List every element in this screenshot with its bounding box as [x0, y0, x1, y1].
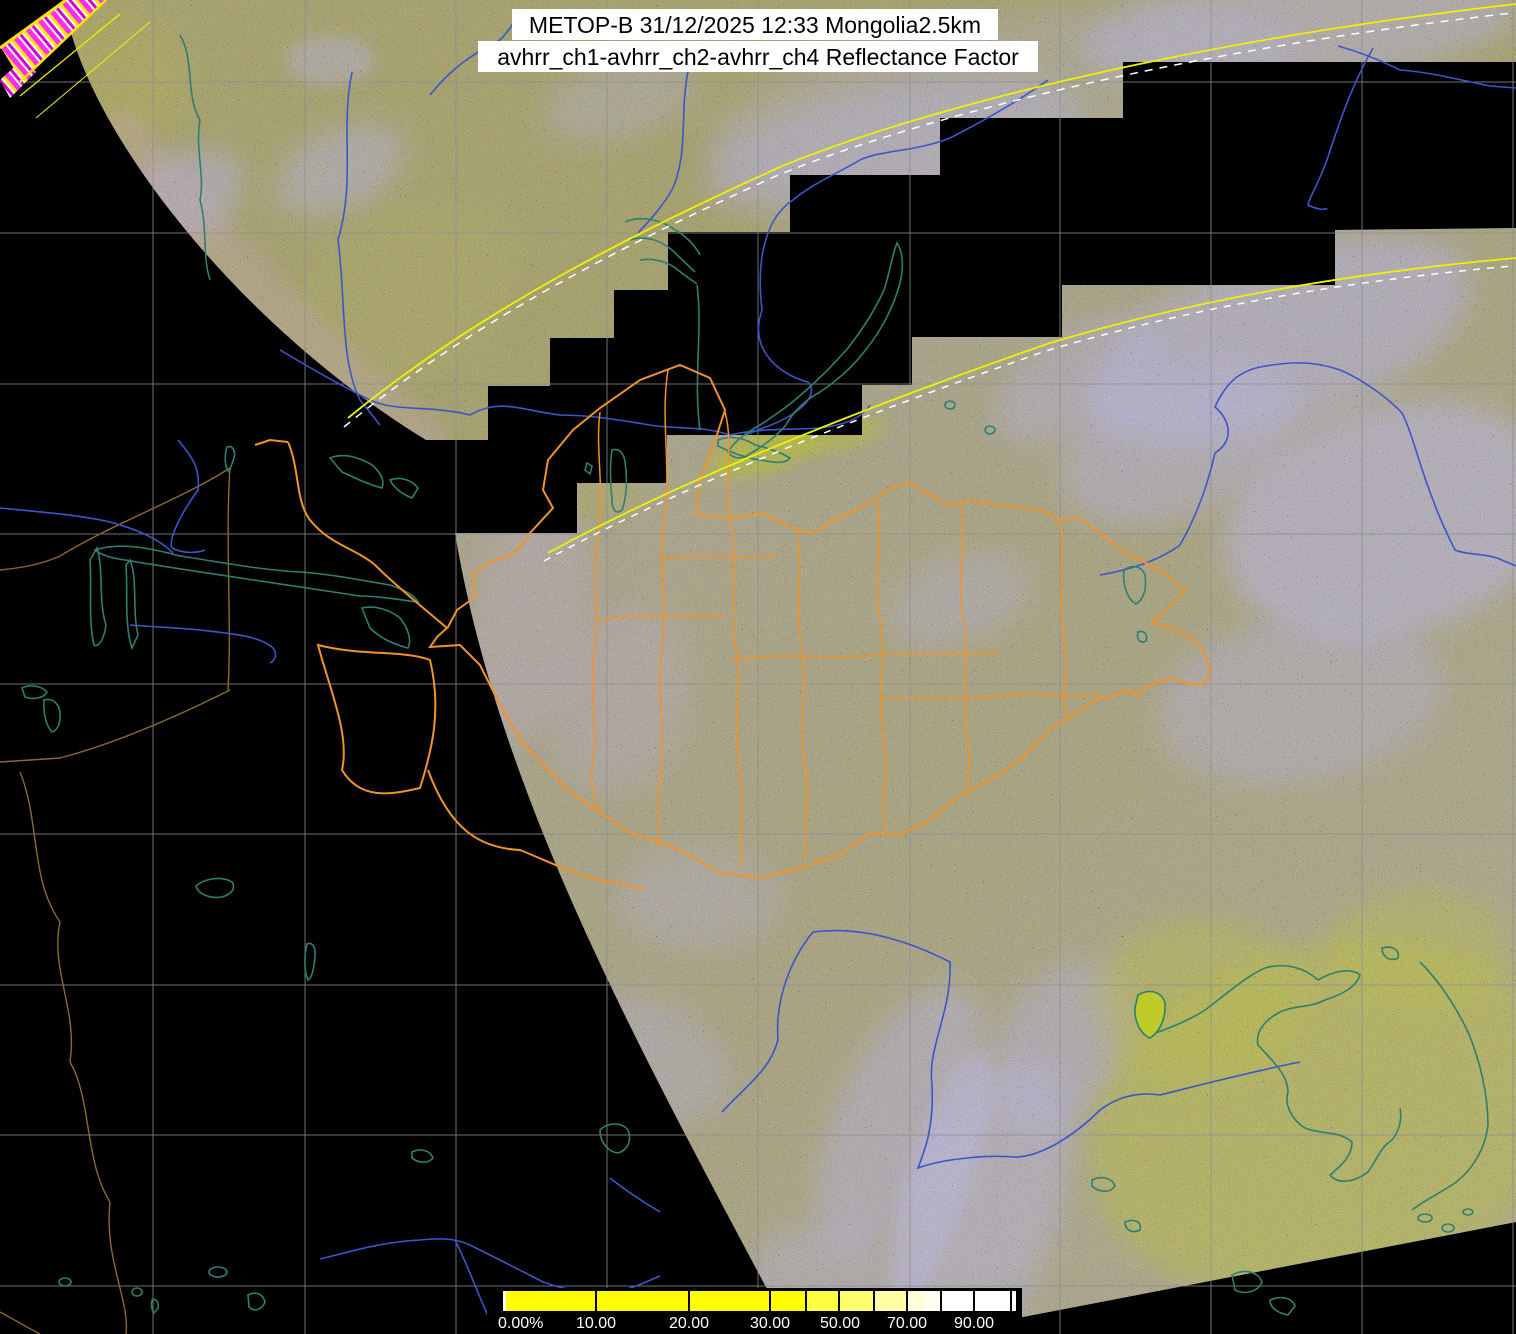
colorbar-tick-label: 70.00	[887, 1315, 927, 1332]
colorbar-segment	[506, 1291, 596, 1311]
colorbar: 0.00% 10.00 20.00 30.00 50.00 70.00 90.0…	[487, 1288, 1022, 1334]
colorbar-end-cap	[1012, 1291, 1016, 1311]
colorbar-segment	[596, 1291, 689, 1311]
colorbar-left-cap	[503, 1291, 506, 1311]
satellite-image-viewport: METOP-B 31/12/2025 12:33 Mongolia2.5km a…	[0, 0, 1516, 1334]
colorbar-segment	[874, 1291, 907, 1311]
colorbar-segment	[839, 1291, 874, 1311]
colorbar-segment	[941, 1291, 974, 1311]
colorbar-segment	[974, 1291, 1010, 1311]
colorbar-tick-label: 10.00	[576, 1315, 616, 1332]
colorbar-tick-label: 0.00%	[498, 1315, 543, 1332]
colorbar-tick-label: 30.00	[750, 1315, 790, 1332]
title-line1: METOP-B 31/12/2025 12:33 Mongolia2.5km	[529, 12, 981, 38]
colorbar-tick-label: 90.00	[954, 1315, 994, 1332]
colorbar-segment	[770, 1291, 806, 1311]
colorbar-tick-label: 20.00	[669, 1315, 709, 1332]
colorbar-segment	[806, 1291, 839, 1311]
colorbar-segment	[907, 1291, 924, 1311]
colorbar-segment	[689, 1291, 770, 1311]
colorbar-tick-label: 50.00	[820, 1315, 860, 1332]
title-line2: avhrr_ch1-avhrr_ch2-avhrr_ch4 Reflectanc…	[497, 44, 1019, 70]
colorbar-segment	[924, 1291, 941, 1311]
